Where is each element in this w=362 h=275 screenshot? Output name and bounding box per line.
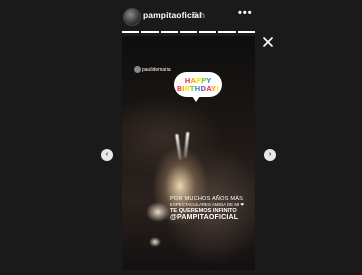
progress-segment — [179, 31, 198, 33]
sticker-letter: ! — [216, 84, 220, 93]
story-progress-bar — [122, 31, 255, 33]
sticker-line-1: HAPPY — [185, 77, 212, 85]
caption-line-2: ESPECTACULARES AMIGA DE MI ❤ — [170, 202, 245, 208]
story-header: pampitaoficial 5 h ••• — [0, 0, 362, 32]
progress-segment — [237, 31, 255, 33]
avatar[interactable] — [123, 8, 141, 26]
progress-segment — [218, 31, 236, 33]
caption-mention[interactable]: @PAMPITAOFICIAL — [170, 214, 254, 222]
chevron-right-icon[interactable]: › — [264, 149, 276, 161]
sticker-line-2: BIRTHDAY! — [177, 85, 220, 93]
progress-segment — [122, 31, 140, 33]
chevron-left-icon[interactable]: ‹ — [101, 149, 113, 161]
sticker-letter: Y — [206, 76, 212, 85]
more-icon[interactable]: ••• — [238, 7, 253, 19]
story-caption: POR MUCHOS AÑOS MÁS ESPECTACULARES AMIGA… — [170, 196, 254, 222]
progress-segment — [160, 31, 178, 33]
post-time: 5 h — [193, 10, 205, 20]
progress-segment — [141, 31, 159, 33]
happy-birthday-sticker: HAPPY BIRTHDAY! — [174, 72, 222, 102]
story-media[interactable]: paulidemaria HAPPY BIRTHDAY! POR MUCHOS … — [122, 36, 255, 270]
tagged-user[interactable]: paulidemaria — [142, 67, 171, 73]
progress-segment — [199, 31, 217, 33]
tagged-user-avatar — [134, 66, 141, 73]
close-icon[interactable] — [261, 35, 275, 49]
